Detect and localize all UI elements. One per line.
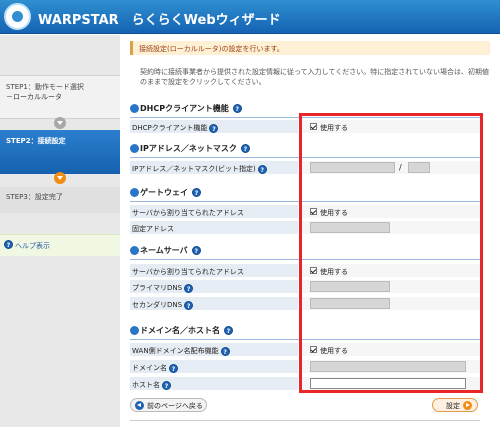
help-icon[interactable]: ?: [240, 144, 250, 153]
section-bullet-icon: [130, 326, 139, 335]
step2-item: STEP2：接続設定: [0, 130, 120, 174]
dns-primary-label: プライマリDNS?: [130, 280, 298, 294]
step1-label: STEP1：動作モード選択: [6, 83, 84, 91]
help-icon[interactable]: ?: [220, 346, 230, 356]
dns-secondary-label-text: セカンダリDNS: [132, 301, 183, 309]
forward-arrow-icon: [463, 401, 472, 410]
dns-primary-label-text: プライマリDNS: [132, 284, 183, 292]
dns-auto-label: サーバから割り当てられたアドレス: [130, 264, 298, 278]
domain-distribute-label: WAN側ドメイン名配布機能?: [130, 343, 298, 357]
set-button-label: 設定: [446, 402, 460, 410]
section-bullet-icon: [130, 188, 139, 197]
help-label: ヘルプ表示: [15, 242, 50, 250]
help-icon[interactable]: ?: [224, 326, 233, 335]
down-arrow-icon: [54, 117, 66, 129]
host-name-label: ホスト名?: [130, 377, 298, 391]
step2-label: STEP2：接続設定: [6, 137, 66, 145]
header-bar: WARPSTAR らくらくWebウィザード: [0, 0, 500, 34]
help-icon[interactable]: ?: [192, 188, 201, 197]
domain-name-label: ドメイン名?: [130, 360, 298, 374]
help-icon[interactable]: ?: [257, 164, 267, 174]
dhcp-row-label: DHCPクライアント機能?: [130, 120, 298, 134]
help-icon[interactable]: ?: [184, 283, 194, 293]
section-bullet-icon: [130, 144, 139, 153]
step1-sub-label: －ローカルルータ: [6, 93, 62, 101]
highlight-frame: [299, 113, 483, 393]
footer-divider: [130, 420, 480, 421]
domain-distribute-label-text: WAN側ドメイン名配布機能: [132, 347, 219, 355]
dns-secondary-label: セカンダリDNS?: [130, 297, 298, 311]
ip-row-label: IPアドレス／ネットマスク(ビット指定)?: [130, 161, 298, 175]
step3-item: STEP3：設定完了: [0, 187, 120, 213]
gateway-fixed-label: 固定アドレス: [130, 221, 298, 235]
info-text: 契約時に接続事業者から提供された設定情報に従って入力してください。特に指定されて…: [140, 68, 490, 86]
notice-banner: 接続設定(ローカルルータ)の設定を行います。: [130, 41, 490, 55]
set-button[interactable]: 設定: [432, 398, 478, 412]
section-ip-title: IPアドレス／ネットマスク: [140, 144, 237, 153]
host-name-label-text: ホスト名: [132, 381, 160, 389]
help-icon[interactable]: ?: [232, 104, 242, 113]
back-arrow-icon: [135, 401, 144, 410]
step1-item: STEP1：動作モード選択 －ローカルルータ: [0, 75, 120, 119]
section-dns-title: ネームサーバ: [140, 246, 188, 255]
warpstar-logo-icon: [4, 3, 31, 30]
section-dhcp-title: DHCPクライアント機能: [140, 104, 229, 113]
help-icon[interactable]: ?: [169, 363, 178, 373]
section-gateway-title: ゲートウェイ: [140, 188, 188, 197]
back-button[interactable]: 前のページへ戻る: [130, 398, 207, 412]
dhcp-row-label-text: DHCPクライアント機能: [132, 124, 208, 132]
help-icon: ?: [4, 240, 13, 249]
help-toggle[interactable]: ? ヘルプ表示: [0, 234, 120, 256]
help-icon[interactable]: ?: [184, 300, 194, 310]
wizard-window: WARPSTAR らくらくWebウィザード STEP1：動作モード選択 －ローカ…: [0, 0, 500, 427]
help-icon[interactable]: ?: [162, 380, 171, 390]
help-icon[interactable]: ?: [209, 123, 219, 133]
section-bullet-icon: [130, 246, 139, 255]
gateway-auto-label: サーバから割り当てられたアドレス: [130, 205, 298, 219]
app-title: WARPSTAR らくらくWebウィザード: [38, 13, 281, 28]
step3-label: STEP3：設定完了: [6, 193, 63, 201]
down-arrow-active-icon: [54, 172, 66, 184]
domain-name-label-text: ドメイン名: [132, 364, 167, 372]
back-button-label: 前のページへ戻る: [147, 402, 203, 410]
ip-row-label-text: IPアドレス／ネットマスク(ビット指定): [132, 165, 256, 173]
help-icon[interactable]: ?: [191, 246, 201, 255]
sidebar: STEP1：動作モード選択 －ローカルルータ STEP2：接続設定 STEP3：…: [0, 35, 120, 427]
section-domain-title: ドメイン名／ホスト名: [140, 326, 220, 335]
section-bullet-icon: [130, 104, 139, 113]
